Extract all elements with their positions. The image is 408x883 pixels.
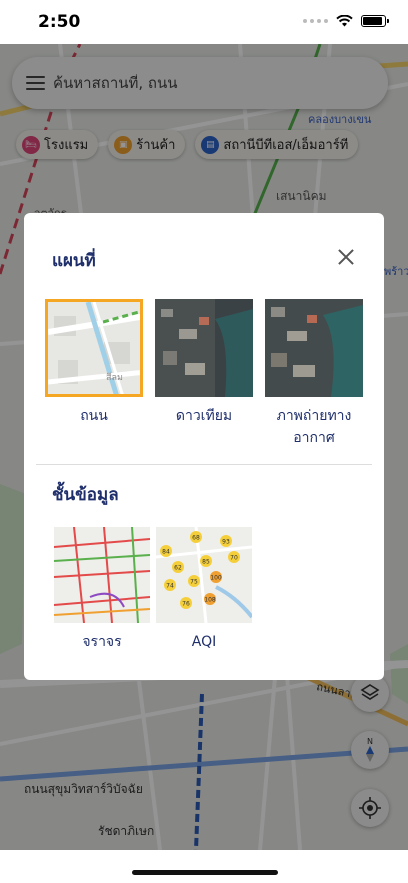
status-icons	[303, 15, 389, 27]
layers-section-title: ชั้นข้อมูล	[52, 485, 119, 505]
section-divider	[36, 464, 372, 465]
aqi-marker: 85	[200, 555, 212, 567]
layer-label: AQI	[191, 634, 217, 650]
home-indicator-area	[0, 850, 408, 883]
map-type-road[interactable]: สีลม ถนน	[44, 299, 144, 427]
map-type-aerial[interactable]: ภาพถ่ายทาง อากาศ	[264, 299, 364, 449]
home-indicator[interactable]	[132, 870, 278, 875]
aqi-marker: 74	[164, 579, 176, 591]
map-type-label: ภาพถ่ายทาง อากาศ	[276, 408, 352, 446]
dialog-title: แผนที่	[52, 251, 96, 271]
status-time: 2:50	[38, 12, 81, 32]
battery-level	[363, 17, 382, 25]
satellite-thumbnail	[155, 299, 253, 397]
aqi-value: 84	[162, 549, 170, 556]
layer-traffic[interactable]: จราจร	[52, 527, 152, 653]
aqi-value: 62	[174, 565, 182, 572]
layer-label: จราจร	[82, 634, 122, 650]
aqi-value: 100	[210, 575, 222, 582]
aqi-value: 75	[190, 579, 198, 586]
road-thumbnail: สีลม	[45, 299, 143, 397]
cellular-signal-icon	[303, 19, 328, 23]
map-type-satellite[interactable]: ดาวเทียม	[154, 299, 254, 427]
aqi-marker: 75	[188, 575, 200, 587]
traffic-thumbnail	[54, 527, 150, 623]
aqi-value: 108	[204, 597, 216, 604]
map-type-label: ถนน	[80, 408, 108, 424]
aqi-marker: 93	[220, 535, 232, 547]
status-bar: 2:50	[0, 0, 408, 44]
aqi-marker: 100	[210, 571, 222, 583]
aerial-thumbnail	[265, 299, 363, 397]
wifi-icon	[336, 15, 353, 27]
map-type-dialog: แผนที่ สีลม ถนน ดาวเทียม ภาพถ่ายทาง อากา…	[24, 213, 384, 680]
thumbnail-map-text: สีลม	[106, 373, 123, 383]
aqi-value: 74	[166, 583, 174, 590]
aqi-marker: 108	[204, 593, 216, 605]
aqi-thumbnail: 84 68 93 62 85 70 74 75 100 76 108	[156, 527, 252, 623]
layer-aqi[interactable]: 84 68 93 62 85 70 74 75 100 76 108 AQI	[154, 527, 254, 653]
aqi-value: 70	[230, 555, 238, 562]
aqi-marker: 70	[228, 551, 240, 563]
aqi-marker: 62	[172, 561, 184, 573]
close-icon[interactable]	[336, 247, 356, 267]
aqi-marker: 68	[190, 531, 202, 543]
aqi-value: 76	[182, 601, 190, 608]
aqi-value: 93	[222, 539, 230, 546]
map-type-label: ดาวเทียม	[175, 408, 233, 424]
aqi-marker: 84	[160, 545, 172, 557]
battery-icon	[361, 15, 389, 27]
aqi-value: 68	[192, 535, 200, 542]
aqi-value: 85	[202, 559, 210, 566]
aqi-marker: 76	[180, 597, 192, 609]
